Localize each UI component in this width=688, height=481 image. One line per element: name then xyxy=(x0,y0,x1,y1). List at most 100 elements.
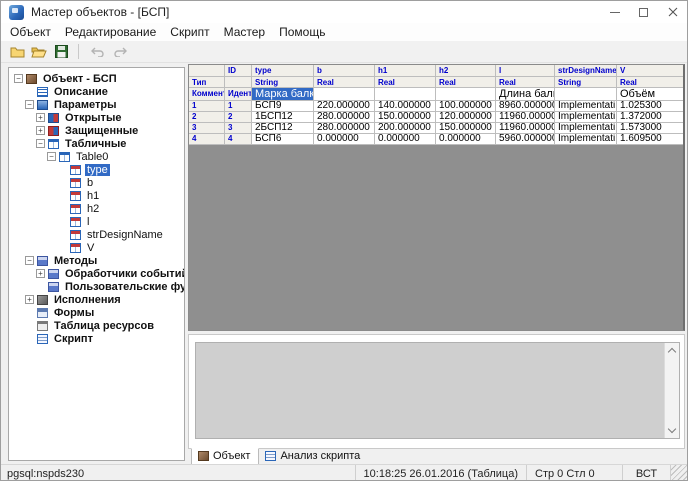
cell-r1-type[interactable]: БСП9 xyxy=(252,101,314,112)
cell-r1-h2[interactable]: 100.000000 xyxy=(436,101,496,112)
col-type-h2[interactable]: Real xyxy=(436,77,496,88)
scroll-up-icon[interactable] xyxy=(668,348,676,356)
cell-r2-num[interactable]: 2 xyxy=(189,112,225,123)
selected-comment-cell[interactable]: Марка балки xyxy=(252,88,314,101)
tab-object[interactable]: Объект xyxy=(191,448,259,465)
cell-r3-l[interactable]: 11960.000000 xyxy=(496,123,555,134)
cell-r3-ID[interactable]: 3 xyxy=(225,123,252,134)
cell-r4-num[interactable]: 4 xyxy=(189,134,225,145)
tree-item-object-bsp[interactable]: −Объект - БСП xyxy=(9,72,184,85)
menu-help[interactable]: Помощь xyxy=(272,24,332,40)
tree-item-resource-table[interactable]: Таблица ресурсов xyxy=(9,319,184,332)
tree-item-public[interactable]: +Открытые xyxy=(9,111,184,124)
col-header-row-label[interactable] xyxy=(189,65,225,77)
expand-icon[interactable]: + xyxy=(36,269,45,278)
tree-item-field-type[interactable]: type xyxy=(9,163,184,176)
tree-item-field-strdesignname[interactable]: strDesignName xyxy=(9,228,184,241)
redo-button[interactable] xyxy=(109,42,131,61)
cell-r4-h2[interactable]: 0.000000 xyxy=(436,134,496,145)
cell-r1-l[interactable]: 8960.000000 xyxy=(496,101,555,112)
menu-object[interactable]: Объект xyxy=(3,24,58,40)
cell-r4-l[interactable]: 5960.000000 xyxy=(496,134,555,145)
new-object-button[interactable] xyxy=(6,42,28,61)
cell-r4-b[interactable]: 0.000000 xyxy=(314,134,375,145)
cell-r4-V[interactable]: 1.609500 xyxy=(617,134,685,145)
col-type-strDesignName[interactable]: String xyxy=(555,77,617,88)
expand-icon[interactable]: + xyxy=(36,126,45,135)
tree-item-methods[interactable]: −Методы xyxy=(9,254,184,267)
col-type-row-label[interactable]: Тип xyxy=(189,77,225,88)
close-button[interactable] xyxy=(658,1,687,23)
cell-r2-ID[interactable]: 2 xyxy=(225,112,252,123)
cell-r1-ID[interactable]: 1 xyxy=(225,101,252,112)
tab-script-analysis[interactable]: Анализ скрипта xyxy=(259,449,368,464)
cell-r1-h1[interactable]: 140.000000 xyxy=(375,101,436,112)
minimize-button[interactable] xyxy=(600,1,629,23)
collapse-icon[interactable]: − xyxy=(25,100,34,109)
col-header-h2[interactable]: h2 xyxy=(436,65,496,77)
col-header-strDesignName[interactable]: strDesignName xyxy=(555,65,617,77)
comment-cell-V[interactable]: Объём xyxy=(617,88,685,101)
cell-r4-h1[interactable]: 0.000000 xyxy=(375,134,436,145)
undo-button[interactable] xyxy=(87,42,109,61)
menu-script[interactable]: Скрипт xyxy=(163,24,216,40)
scroll-down-icon[interactable] xyxy=(668,425,676,433)
tree-item-protected[interactable]: +Защищенные xyxy=(9,124,184,137)
tree-item-field-v[interactable]: V xyxy=(9,241,184,254)
comment-cell-row-label[interactable]: Коммент... xyxy=(189,88,225,101)
open-object-button[interactable] xyxy=(28,42,50,61)
comment-cell-strDesignName[interactable] xyxy=(555,88,617,101)
col-header-l[interactable]: l xyxy=(496,65,555,77)
cell-r2-type[interactable]: 1БСП12 xyxy=(252,112,314,123)
tree-item-field-h2[interactable]: h2 xyxy=(9,202,184,215)
collapse-icon[interactable]: − xyxy=(36,139,45,148)
tree-item-script[interactable]: Скрипт xyxy=(9,332,184,345)
col-type-type[interactable]: String xyxy=(252,77,314,88)
cell-r3-type[interactable]: 2БСП12 xyxy=(252,123,314,134)
tree-item-user-functions[interactable]: Пользовательские функции xyxy=(9,280,184,293)
collapse-icon[interactable]: − xyxy=(47,152,56,161)
cell-r3-strDesignName[interactable]: Implementati... xyxy=(555,123,617,134)
tree-item-tabular[interactable]: −Табличные xyxy=(9,137,184,150)
tree-item-parameters[interactable]: −Параметры xyxy=(9,98,184,111)
cell-r4-strDesignName[interactable]: Implementati... xyxy=(555,134,617,145)
cell-r3-h1[interactable]: 200.000000 xyxy=(375,123,436,134)
collapse-icon[interactable]: − xyxy=(25,256,34,265)
tree-item-table0[interactable]: −Table0 xyxy=(9,150,184,163)
cell-r3-b[interactable]: 280.000000 xyxy=(314,123,375,134)
comment-cell-ID[interactable]: Идентиф... xyxy=(225,88,252,101)
cell-r2-h1[interactable]: 150.000000 xyxy=(375,112,436,123)
expand-icon[interactable]: + xyxy=(25,295,34,304)
cell-r1-strDesignName[interactable]: Implementati... xyxy=(555,101,617,112)
cell-r3-V[interactable]: 1.573000 xyxy=(617,123,685,134)
log-textarea[interactable] xyxy=(195,342,680,439)
cell-r1-b[interactable]: 220.000000 xyxy=(314,101,375,112)
col-type-ID[interactable] xyxy=(225,77,252,88)
tree-item-field-l[interactable]: l xyxy=(9,215,184,228)
comment-cell-l[interactable]: Длина балки xyxy=(496,88,555,101)
tree-item-field-h1[interactable]: h1 xyxy=(9,189,184,202)
col-header-V[interactable]: V xyxy=(617,65,685,77)
menu-master[interactable]: Мастер xyxy=(217,24,273,40)
expand-icon[interactable]: + xyxy=(36,113,45,122)
log-scrollbar[interactable] xyxy=(664,343,679,438)
cell-r2-b[interactable]: 280.000000 xyxy=(314,112,375,123)
col-header-b[interactable]: b xyxy=(314,65,375,77)
resize-grip[interactable] xyxy=(670,465,687,481)
tree-item-executions[interactable]: +Исполнения xyxy=(9,293,184,306)
cell-r3-h2[interactable]: 150.000000 xyxy=(436,123,496,134)
maximize-button[interactable] xyxy=(629,1,658,23)
cell-r1-V[interactable]: 1.025300 xyxy=(617,101,685,112)
tree-item-event-handlers[interactable]: +Обработчики событий xyxy=(9,267,184,280)
col-type-h1[interactable]: Real xyxy=(375,77,436,88)
save-object-button[interactable] xyxy=(50,42,72,61)
cell-r2-V[interactable]: 1.372000 xyxy=(617,112,685,123)
col-header-ID[interactable]: ID xyxy=(225,65,252,77)
tree-item-description[interactable]: Описание xyxy=(9,85,184,98)
tree-item-field-b[interactable]: b xyxy=(9,176,184,189)
tree-item-forms[interactable]: Формы xyxy=(9,306,184,319)
cell-r2-h2[interactable]: 120.000000 xyxy=(436,112,496,123)
col-type-V[interactable]: Real xyxy=(617,77,685,88)
comment-cell-h1[interactable] xyxy=(375,88,436,101)
cell-r4-type[interactable]: БСП6 xyxy=(252,134,314,145)
